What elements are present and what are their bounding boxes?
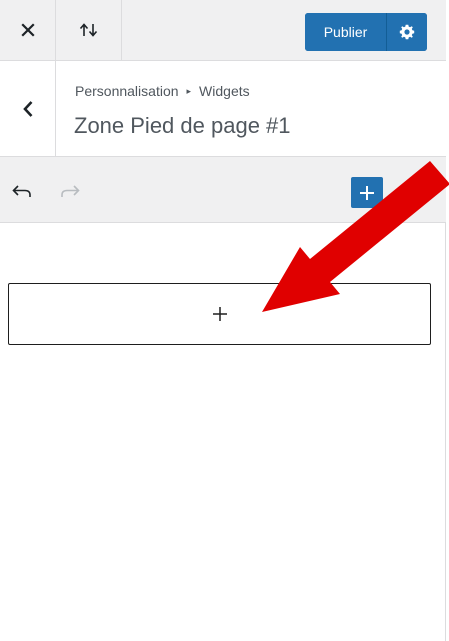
- plus-icon: [360, 185, 374, 200]
- publish-settings-button[interactable]: [387, 13, 427, 51]
- breadcrumb-separator-icon: ▸: [186, 85, 192, 96]
- breadcrumb-current: Widgets: [199, 83, 250, 99]
- add-block-button[interactable]: [8, 283, 431, 345]
- redo-button[interactable]: [56, 177, 84, 205]
- customizer-sidebar: Publier Personnalisation ▸ Widgets Zone …: [0, 0, 446, 641]
- chevron-left-icon: [22, 100, 32, 117]
- publish-button[interactable]: Publier: [305, 13, 386, 51]
- block-inserter-button[interactable]: [351, 177, 383, 208]
- plus-icon: [212, 307, 227, 321]
- publish-button-group: Publier: [305, 13, 427, 51]
- gear-icon: [399, 24, 415, 40]
- reorder-button[interactable]: [56, 0, 122, 60]
- back-button[interactable]: [0, 61, 56, 156]
- close-button[interactable]: [0, 0, 56, 60]
- breadcrumb-parent: Personnalisation: [75, 83, 179, 99]
- redo-icon: [61, 185, 80, 197]
- breadcrumb: Personnalisation ▸ Widgets: [75, 83, 250, 99]
- close-icon: [20, 23, 35, 37]
- arrows-up-down-icon: [79, 23, 97, 37]
- page-title: Zone Pied de page #1: [74, 113, 291, 138]
- undo-button[interactable]: [8, 177, 36, 205]
- section-header: Personnalisation ▸ Widgets Zone Pied de …: [0, 61, 446, 157]
- customizer-header: Publier: [0, 0, 446, 61]
- undo-icon: [12, 185, 31, 197]
